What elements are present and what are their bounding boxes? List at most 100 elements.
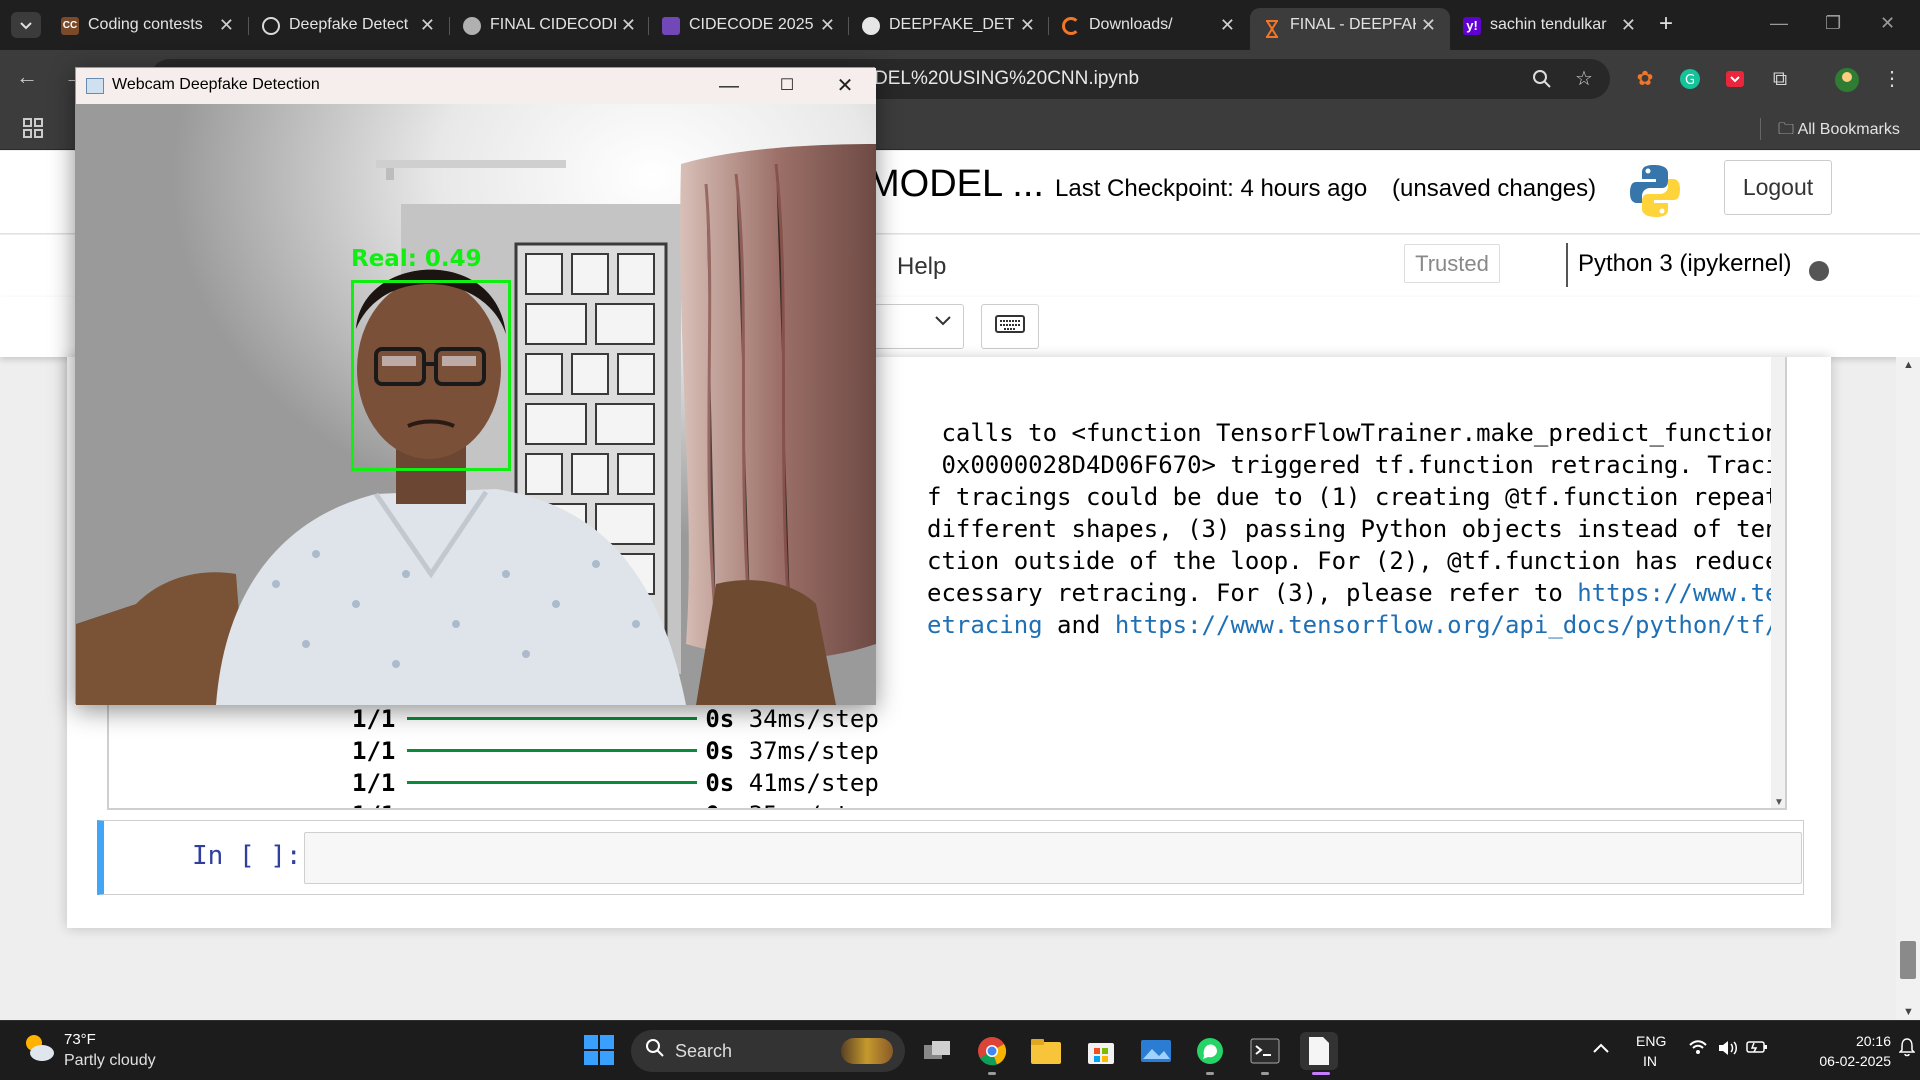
progress-rate: 37ms/step [748,737,879,765]
yahoo-icon: y! [1463,17,1481,35]
scroll-down-icon[interactable]: ▼ [1774,797,1784,808]
close-icon[interactable]: ✕ [1220,8,1235,42]
tab-deepfake-detect[interactable]: Deepfake Detect ✕ [249,8,449,42]
svg-text:G: G [1685,73,1695,88]
all-bookmarks-button[interactable]: 🗀 All Bookmarks [1778,118,1900,145]
tab-search-button[interactable] [11,12,41,38]
extensions-puzzle-icon[interactable]: ⧉ [1768,67,1792,91]
tab-cidecode-2025[interactable]: CIDECODE 2025 ✕ [649,8,849,42]
more-menu-icon[interactable]: ⋮ [1880,67,1904,91]
tab-title: FINAL - DEEPFAK [1290,16,1416,33]
language-region[interactable]: IN [1643,1053,1657,1069]
show-hidden-icons-chevron[interactable] [1592,1039,1610,1060]
trusted-badge[interactable]: Trusted [1404,244,1500,283]
tab-final-deepfake-active[interactable]: FINAL - DEEPFAK ✕ [1250,8,1450,50]
new-tab-button[interactable]: + [1652,10,1680,38]
windows-start-icon[interactable] [584,1035,614,1065]
progress-line: 1/1 0s 41ms/step [352,769,879,797]
retracing-link[interactable]: etracing [927,611,1043,639]
zoom-icon[interactable] [1530,67,1554,91]
python-logo-icon [1628,163,1682,219]
warning-line: calls to <function TensorFlowTrainer.mak… [927,419,1787,447]
tab-coding-contests[interactable]: CC Coding contests ✕ [48,8,248,42]
photos-icon[interactable] [1137,1032,1175,1070]
microsoft-store-icon[interactable] [1082,1032,1120,1070]
whatsapp-icon[interactable] [1191,1032,1229,1070]
apps-grid-icon[interactable] [22,117,44,145]
pocket-icon[interactable] [1723,67,1747,91]
weather-description[interactable]: Partly cloudy [64,1052,156,1070]
progress-time: 0s [705,801,734,808]
kernel-indicator[interactable]: Python 3 (ipykernel) [1566,243,1841,287]
back-arrow-icon[interactable]: ← [16,64,38,90]
scroll-down-icon[interactable]: ▼ [1903,1006,1914,1018]
volume-icon[interactable] [1717,1039,1739,1062]
close-icon[interactable]: ✕ [830,72,860,100]
tab-downloads[interactable]: Downloads/ ✕ [1049,8,1249,42]
profile-avatar[interactable] [1834,67,1859,92]
progress-step: 1/1 [352,769,396,797]
output-scrollbar[interactable]: ▼ [1771,357,1785,808]
webcam-titlebar[interactable]: Webcam Deepfake Detection — ☐ ✕ [76,68,876,104]
webcam-window-title: Webcam Deepfake Detection [112,76,320,93]
warning-line: and [1042,611,1115,639]
taskbar-search[interactable]: Search [631,1030,905,1072]
terminal-icon[interactable] [1246,1032,1284,1070]
running-indicator [988,1072,996,1075]
close-icon[interactable]: ✕ [219,8,234,42]
partly-cloudy-icon[interactable] [22,1031,56,1065]
grammarly-icon[interactable]: G [1678,67,1702,91]
progress-line: 1/1 0s 37ms/step [352,737,879,765]
tf-api-docs-link[interactable]: https://www.tensorflow.org/api_docs/pyth… [1115,611,1785,639]
bookmark-star-icon[interactable]: ☆ [1572,67,1596,91]
code-cell-input[interactable] [304,832,1802,884]
menu-help[interactable]: Help [897,253,946,281]
close-icon[interactable]: ✕ [621,8,636,42]
warning-line: ction outside of the loop. For (2), @tf.… [927,547,1787,575]
scroll-thumb[interactable] [1900,941,1916,979]
language-indicator[interactable]: ENG [1636,1033,1666,1049]
tab-title: Coding contests [88,16,203,33]
openai-icon [262,17,280,35]
tab-deepfake-detec-github[interactable]: DEEPFAKE_DETEC ✕ [849,8,1049,42]
tab-final-cidecode[interactable]: FINAL CIDECODE ✕ [450,8,650,42]
battery-icon[interactable] [1746,1039,1768,1060]
task-view-icon[interactable] [918,1032,956,1070]
restore-icon[interactable]: ❐ [1825,13,1841,34]
tf-function-link[interactable]: https://www.tens [1577,579,1785,607]
logout-button[interactable]: Logout [1724,160,1832,215]
code-cell-selected[interactable]: In [ ]: [97,820,1804,895]
file-explorer-icon[interactable] [1027,1032,1065,1070]
scroll-up-icon[interactable]: ▲ [1903,359,1914,371]
close-icon[interactable]: ✕ [1421,8,1436,42]
webcam-window[interactable]: Webcam Deepfake Detection — ☐ ✕ Real: 0.… [75,67,876,705]
windows-taskbar: 73°F Partly cloudy Search ENG IN 20:16 0… [0,1020,1920,1080]
notepad-icon[interactable] [1300,1032,1338,1070]
close-window-icon[interactable]: ✕ [1880,13,1895,34]
maximize-icon[interactable]: ☐ [772,72,802,100]
browser-tab-strip: CC Coding contests ✕ Deepfake Detect ✕ F… [0,0,1920,50]
wifi-icon[interactable] [1688,1039,1708,1060]
close-icon[interactable]: ✕ [1020,8,1035,42]
notebook-name[interactable]: MODEL ... [868,163,1044,206]
screen: CC Coding contests ✕ Deepfake Detect ✕ F… [0,0,1920,1080]
warning-line: different shapes, (3) passing Python obj… [927,515,1787,543]
progress-bar [407,780,698,784]
close-icon[interactable]: ✕ [420,8,435,42]
extension-cookie-icon[interactable]: ✿ [1633,67,1657,91]
close-icon[interactable]: ✕ [820,8,835,42]
minimize-icon[interactable]: — [714,72,744,100]
clock-date[interactable]: 06-02-2025 [1800,1053,1891,1069]
command-palette-button[interactable] [981,304,1039,349]
search-highlight-icon [841,1038,893,1064]
tab-title: DEEPFAKE_DETEC [889,16,1015,33]
close-icon[interactable]: ✕ [1621,8,1636,42]
minimize-icon[interactable]: — [1770,13,1788,34]
weather-temperature[interactable]: 73°F [64,1031,96,1048]
notification-bell-icon[interactable] [1898,1037,1916,1062]
warning-line: 0x0000028D4D06F670> triggered tf.functio… [927,451,1787,479]
clock-time[interactable]: 20:16 [1831,1033,1891,1049]
chrome-icon[interactable] [973,1032,1011,1070]
page-scrollbar[interactable]: ▲ ▼ [1896,357,1920,1020]
tab-sachin-tendulkar[interactable]: y! sachin tendulkar ✕ [1450,8,1650,42]
